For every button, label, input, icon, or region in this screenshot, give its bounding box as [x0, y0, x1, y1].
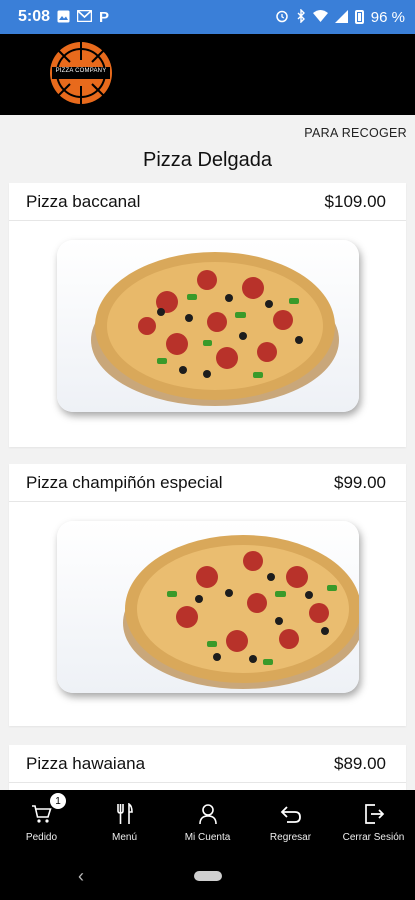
nav-label: Pedido — [25, 832, 58, 843]
pizza-company-logo[interactable]: PIZZA COMPANY — [48, 40, 114, 106]
product-image[interactable] — [57, 521, 359, 693]
gmail-icon — [76, 9, 93, 24]
nav-label: Cerrar Sesión — [342, 832, 405, 843]
image-icon — [57, 10, 70, 25]
menu-content[interactable]: PARA RECOGER Pizza Delgada Pizza baccana… — [0, 115, 415, 790]
product-price: $109.00 — [324, 191, 386, 211]
product-card-header: Pizza hawaiana $89.00 — [9, 745, 406, 783]
status-right: 96 % — [275, 8, 405, 26]
utensils-icon — [116, 802, 134, 826]
cart-icon — [31, 802, 53, 826]
nav-item-menu[interactable]: Menú — [83, 790, 166, 852]
nav-item-cerrar-sesion[interactable]: Cerrar Sesión — [332, 790, 415, 852]
product-card[interactable]: Pizza hawaiana $89.00 — [9, 745, 406, 790]
p-icon: P — [99, 8, 110, 26]
alarm-icon — [275, 9, 289, 25]
product-price: $99.00 — [334, 472, 386, 492]
product-card-header: Pizza baccanal $109.00 — [9, 183, 406, 221]
system-back-icon[interactable]: ‹ — [78, 866, 84, 887]
product-name: Pizza baccanal — [26, 191, 141, 211]
wifi-icon — [312, 10, 328, 24]
product-image[interactable] — [57, 240, 359, 412]
system-nav-bar: ‹ — [0, 852, 415, 900]
order-mode-label[interactable]: PARA RECOGER — [304, 126, 407, 140]
back-arrow-icon — [280, 802, 302, 826]
bottom-nav: 1 Pedido Menú Mi Cuenta Regresar Cerrar … — [0, 790, 415, 852]
product-price: $89.00 — [334, 753, 386, 773]
user-icon — [198, 802, 218, 826]
product-card[interactable]: Pizza baccanal $109.00 — [9, 183, 406, 447]
status-left: 5:08 P — [18, 8, 109, 26]
battery-percent: 96 % — [370, 8, 405, 26]
bluetooth-icon — [296, 8, 306, 25]
system-home-pill[interactable] — [194, 871, 222, 881]
logo-text: PIZZA COMPANY — [55, 68, 107, 74]
status-bar: 5:08 P 96 % — [0, 0, 415, 34]
app-header: PIZZA COMPANY — [0, 34, 415, 115]
section-title: Pizza Delgada — [143, 149, 272, 171]
product-card[interactable]: Pizza champiñón especial $99.00 — [9, 464, 406, 726]
signal-icon — [334, 9, 348, 25]
nav-item-pedido[interactable]: 1 Pedido — [0, 790, 83, 852]
nav-item-mi-cuenta[interactable]: Mi Cuenta — [166, 790, 249, 852]
product-name: Pizza hawaiana — [26, 753, 146, 773]
status-time: 5:08 — [18, 8, 51, 25]
product-card-header: Pizza champiñón especial $99.00 — [9, 464, 406, 502]
product-name: Pizza champiñón especial — [26, 472, 223, 492]
battery-icon — [354, 10, 364, 24]
nav-item-regresar[interactable]: Regresar — [249, 790, 332, 852]
nav-label: Menú — [111, 832, 137, 843]
nav-label: Regresar — [269, 832, 312, 843]
nav-label: Mi Cuenta — [184, 832, 231, 843]
cart-badge: 1 — [50, 793, 66, 809]
logout-icon — [363, 802, 385, 826]
